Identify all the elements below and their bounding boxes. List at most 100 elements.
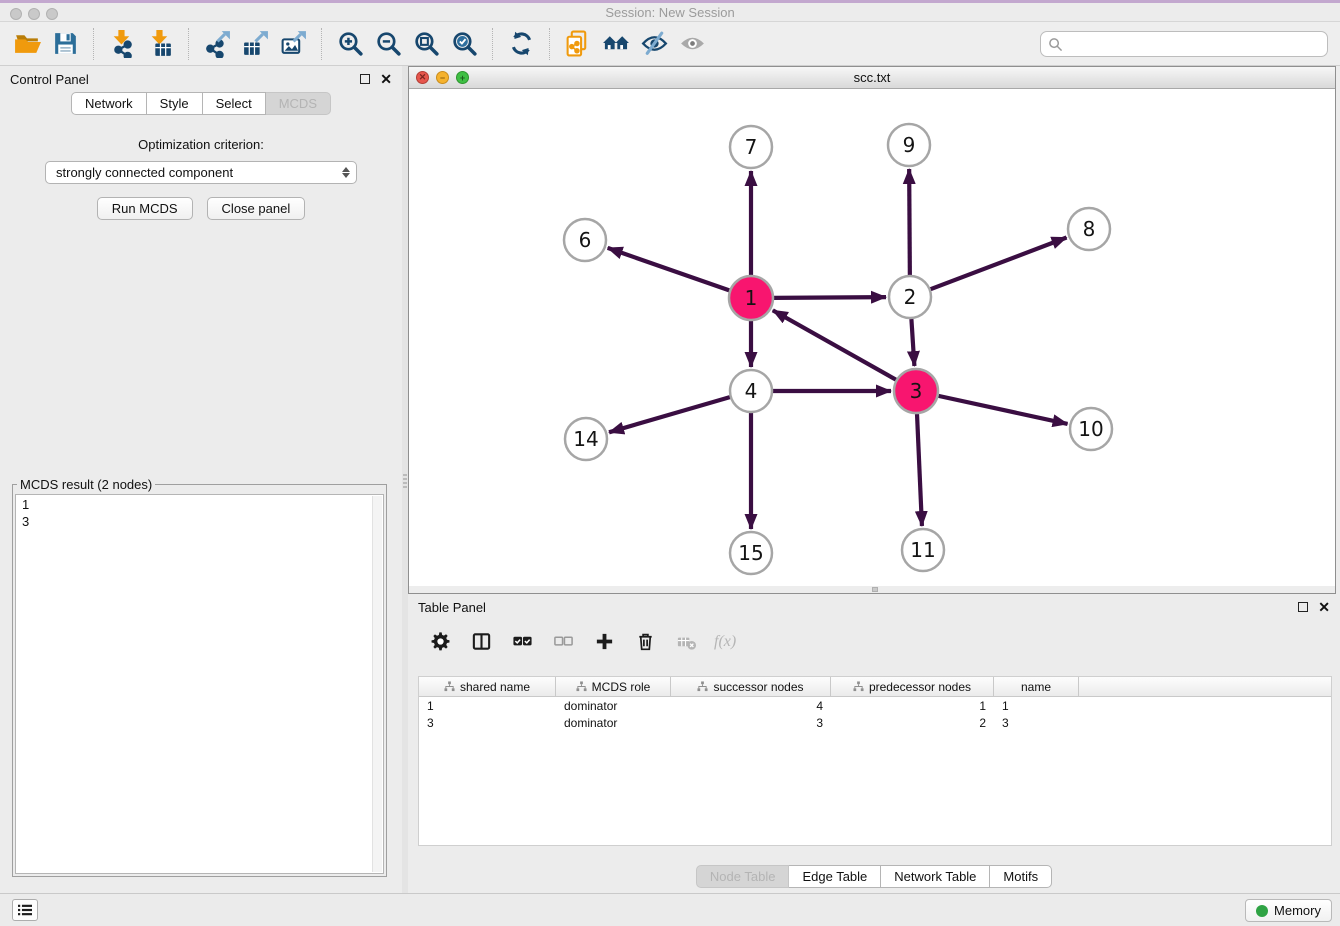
open-session-button[interactable]	[8, 25, 46, 63]
node-15[interactable]: 15	[730, 532, 772, 574]
export-network-button[interactable]	[198, 25, 236, 63]
node-table[interactable]: shared nameMCDS rolesuccessor nodesprede…	[418, 676, 1332, 846]
hide-selected-button[interactable]	[635, 25, 673, 63]
table-row[interactable]: 1dominator411	[419, 697, 1331, 714]
table-tab-motifs[interactable]: Motifs	[990, 865, 1052, 888]
zoom-fit-button[interactable]	[407, 25, 445, 63]
network-zoom-button[interactable]: +	[456, 71, 469, 84]
search-box[interactable]	[1040, 31, 1328, 57]
zoom-selected-button[interactable]	[445, 25, 483, 63]
edge-4-14[interactable]	[609, 397, 730, 432]
copy-style-button[interactable]	[559, 25, 597, 63]
show-columns-button[interactable]	[469, 630, 493, 652]
edge-3-10[interactable]	[938, 396, 1067, 424]
column-header-MCDS-role[interactable]: MCDS role	[556, 677, 671, 696]
edge-2-8[interactable]	[931, 238, 1067, 290]
table-tab-network-table[interactable]: Network Table	[881, 865, 990, 888]
search-input[interactable]	[1063, 34, 1327, 54]
cell-shared-name: 1	[419, 699, 556, 713]
column-header-shared-name[interactable]: shared name	[419, 677, 556, 696]
node-1[interactable]: 1	[729, 276, 773, 320]
import-table-button[interactable]	[141, 25, 179, 63]
import-table-icon	[146, 29, 175, 58]
select-all-button[interactable]	[510, 630, 534, 652]
delete-icon	[635, 631, 656, 652]
export-table-button[interactable]	[236, 25, 274, 63]
first-neighbors-button[interactable]	[597, 25, 635, 63]
svg-text:6: 6	[579, 228, 592, 252]
search-icon	[1048, 37, 1063, 52]
zoom-out-button[interactable]	[369, 25, 407, 63]
svg-text:7: 7	[745, 135, 758, 159]
node-8[interactable]: 8	[1068, 208, 1110, 250]
node-2[interactable]: 2	[889, 276, 931, 318]
minimize-window-button[interactable]	[28, 8, 40, 20]
settings-button[interactable]	[428, 630, 452, 652]
save-session-button[interactable]	[46, 25, 84, 63]
toolbar-separator	[93, 28, 94, 60]
node-6[interactable]: 6	[564, 219, 606, 261]
edge-3-11[interactable]	[917, 414, 922, 526]
network-close-button[interactable]: ✕	[416, 71, 429, 84]
float-panel-icon[interactable]	[360, 74, 370, 84]
cell-name: 3	[994, 716, 1079, 730]
select-all-icon	[512, 631, 533, 652]
criterion-select[interactable]: strongly connected component	[45, 161, 357, 184]
node-10[interactable]: 10	[1070, 408, 1112, 450]
deselect-all-button[interactable]	[551, 630, 575, 652]
memory-button[interactable]: Memory	[1245, 899, 1332, 922]
export-image-button[interactable]	[274, 25, 312, 63]
svg-text:15: 15	[738, 541, 763, 565]
table-tab-node-table[interactable]: Node Table	[696, 865, 790, 888]
table-tab-edge-table[interactable]: Edge Table	[789, 865, 881, 888]
table-row[interactable]: 3dominator323	[419, 714, 1331, 731]
import-network-button[interactable]	[103, 25, 141, 63]
edge-2-9[interactable]	[909, 169, 910, 275]
close-panel-button[interactable]: Close panel	[207, 197, 306, 220]
node-3[interactable]: 3	[894, 369, 938, 413]
mcds-result-scrollbar[interactable]	[372, 496, 382, 872]
svg-text:2: 2	[904, 285, 917, 309]
edge-2-3[interactable]	[911, 319, 914, 366]
horizontal-splitter[interactable]	[409, 586, 1335, 593]
node-14[interactable]: 14	[565, 418, 607, 460]
network-window-titlebar[interactable]: ✕ − + scc.txt	[409, 67, 1335, 89]
toolbar-separator	[188, 28, 189, 60]
close-window-button[interactable]	[10, 8, 22, 20]
table-close-panel-icon[interactable]: ✕	[1318, 602, 1330, 612]
tab-select[interactable]: Select	[203, 92, 266, 115]
tab-mcds[interactable]: MCDS	[266, 92, 331, 115]
app-window-controls[interactable]	[10, 8, 58, 20]
edge-3-1[interactable]	[773, 310, 896, 379]
delete-button[interactable]	[633, 630, 657, 652]
run-mcds-button[interactable]: Run MCDS	[97, 197, 193, 220]
save-session-icon	[51, 29, 80, 58]
tab-style[interactable]: Style	[147, 92, 203, 115]
main-toolbar	[0, 22, 1340, 66]
network-window: ✕ − + scc.txt 7 9 6 8 1 2 4 3 14 10 15 11	[408, 66, 1336, 594]
deselect-all-icon	[553, 631, 574, 652]
node-11[interactable]: 11	[902, 529, 944, 571]
cell-predecessor-nodes: 2	[831, 716, 994, 730]
edge-1-2[interactable]	[774, 297, 886, 298]
table-float-panel-icon[interactable]	[1298, 602, 1308, 612]
copy-style-icon	[564, 29, 593, 58]
add-button[interactable]	[592, 630, 616, 652]
edge-1-6[interactable]	[608, 248, 730, 290]
task-history-button[interactable]	[12, 899, 38, 921]
node-9[interactable]: 9	[888, 124, 930, 166]
zoom-window-button[interactable]	[46, 8, 58, 20]
column-header-successor-nodes[interactable]: successor nodes	[671, 677, 831, 696]
close-panel-icon[interactable]: ✕	[380, 74, 392, 84]
network-canvas[interactable]: 7 9 6 8 1 2 4 3 14 10 15 11	[409, 89, 1335, 586]
zoom-in-button[interactable]	[331, 25, 369, 63]
network-minimize-button[interactable]: −	[436, 71, 449, 84]
column-header-name[interactable]: name	[994, 677, 1079, 696]
node-4[interactable]: 4	[730, 370, 772, 412]
network-graph[interactable]: 7 9 6 8 1 2 4 3 14 10 15 11	[409, 89, 1335, 586]
node-7[interactable]: 7	[730, 126, 772, 168]
refresh-layout-button[interactable]	[502, 25, 540, 63]
mcds-result-box[interactable]: 1 3	[15, 494, 384, 874]
column-header-predecessor-nodes[interactable]: predecessor nodes	[831, 677, 994, 696]
tab-network[interactable]: Network	[71, 92, 147, 115]
